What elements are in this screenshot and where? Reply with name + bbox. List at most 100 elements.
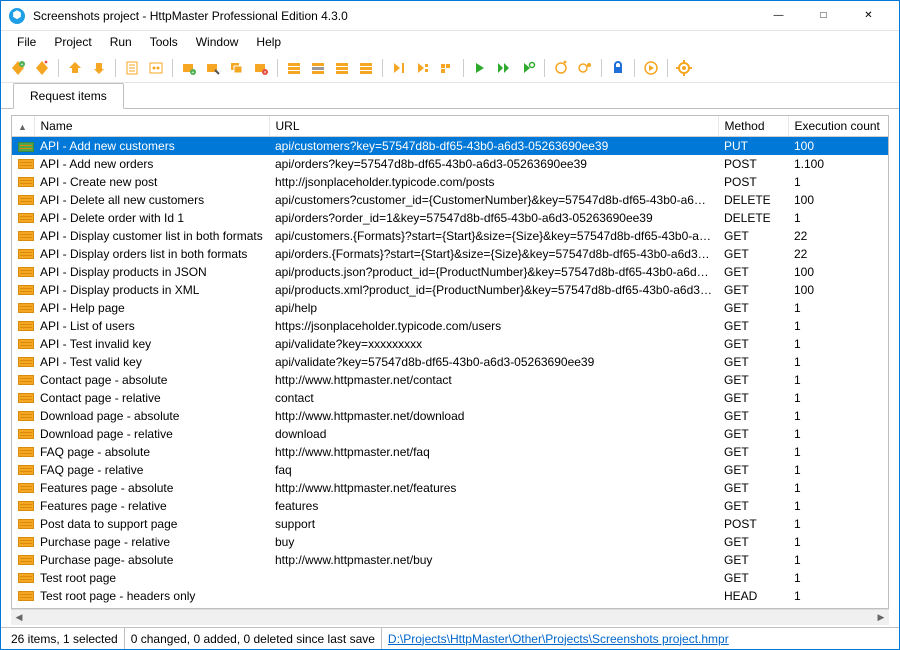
column-execution-count[interactable]: Execution count (788, 116, 888, 137)
tab-request-items[interactable]: Request items (13, 83, 124, 109)
cell-name: API - Display customer list in both form… (34, 227, 269, 245)
new-project-button[interactable]: + (7, 57, 29, 79)
lock-button[interactable] (607, 57, 629, 79)
settings-button[interactable] (673, 57, 695, 79)
request-item-icon (18, 195, 34, 205)
table-row[interactable]: API - Display products in JSONapi/produc… (12, 263, 888, 281)
run-group-button[interactable] (436, 57, 458, 79)
lock-icon (610, 60, 626, 76)
table-row[interactable]: API - Help pageapi/helpGET1 (12, 299, 888, 317)
request-item-icon (18, 429, 34, 439)
request-item-icon (18, 142, 34, 152)
menu-file[interactable]: File (9, 33, 44, 51)
table-row[interactable]: Contact page - relativecontactGET1 (12, 389, 888, 407)
menubar: FileProjectRunToolsWindowHelp (1, 31, 899, 53)
cell-method: GET (718, 299, 788, 317)
column-method[interactable]: Method (718, 116, 788, 137)
execute-button[interactable] (469, 57, 491, 79)
column-name[interactable]: Name (34, 116, 269, 137)
table-row[interactable]: Test root page - headers onlyHEAD1 (12, 587, 888, 605)
duplicate-item-button[interactable] (226, 57, 248, 79)
table-row[interactable]: API - Delete all new customersapi/custom… (12, 191, 888, 209)
close-button[interactable]: ✕ (846, 2, 891, 30)
pause-button[interactable] (574, 57, 596, 79)
column-sort-indicator[interactable]: ▲ (12, 116, 34, 137)
status-project-path[interactable]: D:\Projects\HttpMaster\Other\Projects\Sc… (382, 628, 895, 649)
table-row[interactable]: API - Add new ordersapi/orders?key=57547… (12, 155, 888, 173)
menu-run[interactable]: Run (102, 33, 140, 51)
execute-loop-button[interactable] (517, 57, 539, 79)
table-row[interactable]: API - Add new customersapi/customers?key… (12, 137, 888, 155)
table-row[interactable]: Purchase page- absolutehttp://www.httpma… (12, 551, 888, 569)
cell-url: http://www.httpmaster.net/download (269, 407, 718, 425)
table-row[interactable]: Contact page - absolutehttp://www.httpma… (12, 371, 888, 389)
table-row[interactable]: API - Test valid keyapi/validate?key=575… (12, 353, 888, 371)
statusbar: 26 items, 1 selected 0 changed, 0 added,… (1, 627, 899, 649)
cell-method: GET (718, 371, 788, 389)
table-row[interactable]: API - Delete order with Id 1api/orders?o… (12, 209, 888, 227)
table-row[interactable]: Purchase page - relativebuyGET1 (12, 533, 888, 551)
delete-item-button[interactable]: × (250, 57, 272, 79)
table-row[interactable]: FAQ page - relativefaqGET1 (12, 461, 888, 479)
table-row[interactable]: API - Display products in XMLapi/product… (12, 281, 888, 299)
save-request-button[interactable] (88, 57, 110, 79)
minimize-button[interactable]: — (756, 2, 801, 30)
horizontal-scrollbar[interactable]: ◀ ▶ (11, 609, 889, 625)
open-request-button[interactable] (64, 57, 86, 79)
cell-name: API - Delete all new customers (34, 191, 269, 209)
cell-name: API - Create new post (34, 173, 269, 191)
menu-help[interactable]: Help (248, 33, 289, 51)
table-row[interactable]: Test root pageGET1 (12, 569, 888, 587)
window-controls: — □ ✕ (756, 2, 891, 30)
cell-name: FAQ page - relative (34, 461, 269, 479)
table-row[interactable]: Download page - absolutehttp://www.httpm… (12, 407, 888, 425)
table-row[interactable]: FAQ page - absolutehttp://www.httpmaster… (12, 443, 888, 461)
table-row[interactable]: API - Test invalid keyapi/validate?key=x… (12, 335, 888, 353)
scroll-right-icon[interactable]: ▶ (873, 610, 889, 625)
stop-button[interactable] (550, 57, 572, 79)
cell-execution-count: 100 (788, 137, 888, 155)
execute-all-button[interactable] (493, 57, 515, 79)
scroll-left-icon[interactable]: ◀ (11, 610, 27, 625)
cell-execution-count: 1 (788, 497, 888, 515)
select-none-button[interactable] (307, 57, 329, 79)
maximize-button[interactable]: □ (801, 2, 846, 30)
toolbar-separator (463, 59, 464, 77)
table-row[interactable]: API - List of usershttps://jsonplacehold… (12, 317, 888, 335)
table-row[interactable]: API - Display customer list in both form… (12, 227, 888, 245)
request-items-grid[interactable]: ▲ Name URL Method Execution count API - … (11, 115, 889, 609)
cell-name: FAQ page - absolute (34, 443, 269, 461)
column-url[interactable]: URL (269, 116, 718, 137)
table-row[interactable]: API - Display orders list in both format… (12, 245, 888, 263)
table-row[interactable]: API - Create new posthttp://jsonplacehol… (12, 173, 888, 191)
run-selected-button[interactable] (412, 57, 434, 79)
edit-item-icon (205, 60, 221, 76)
cell-method: DELETE (718, 209, 788, 227)
table-row[interactable]: Features page - absolutehttp://www.httpm… (12, 479, 888, 497)
menu-tools[interactable]: Tools (142, 33, 186, 51)
cell-method: GET (718, 407, 788, 425)
toolbar-separator (601, 59, 602, 77)
cell-method: GET (718, 263, 788, 281)
menu-window[interactable]: Window (188, 33, 247, 51)
row-type-icon (12, 173, 34, 191)
select-range-button[interactable] (355, 57, 377, 79)
open-project-button[interactable] (31, 57, 53, 79)
row-type-icon (12, 551, 34, 569)
select-all-button[interactable] (283, 57, 305, 79)
properties-button[interactable] (121, 57, 143, 79)
add-item-button[interactable]: + (178, 57, 200, 79)
run-one-button[interactable] (388, 57, 410, 79)
parameters-button[interactable] (145, 57, 167, 79)
table-row[interactable]: Features page - relativefeaturesGET1 (12, 497, 888, 515)
menu-project[interactable]: Project (46, 33, 99, 51)
table-row[interactable]: Download page - relativedownloadGET1 (12, 425, 888, 443)
properties-icon (124, 60, 140, 76)
invert-selection-button[interactable] (331, 57, 353, 79)
request-item-icon (18, 159, 34, 169)
basic-execute-button[interactable] (640, 57, 662, 79)
cell-method: GET (718, 425, 788, 443)
table-row[interactable]: Post data to support pagesupportPOST1 (12, 515, 888, 533)
edit-item-button[interactable] (202, 57, 224, 79)
request-item-icon (18, 465, 34, 475)
